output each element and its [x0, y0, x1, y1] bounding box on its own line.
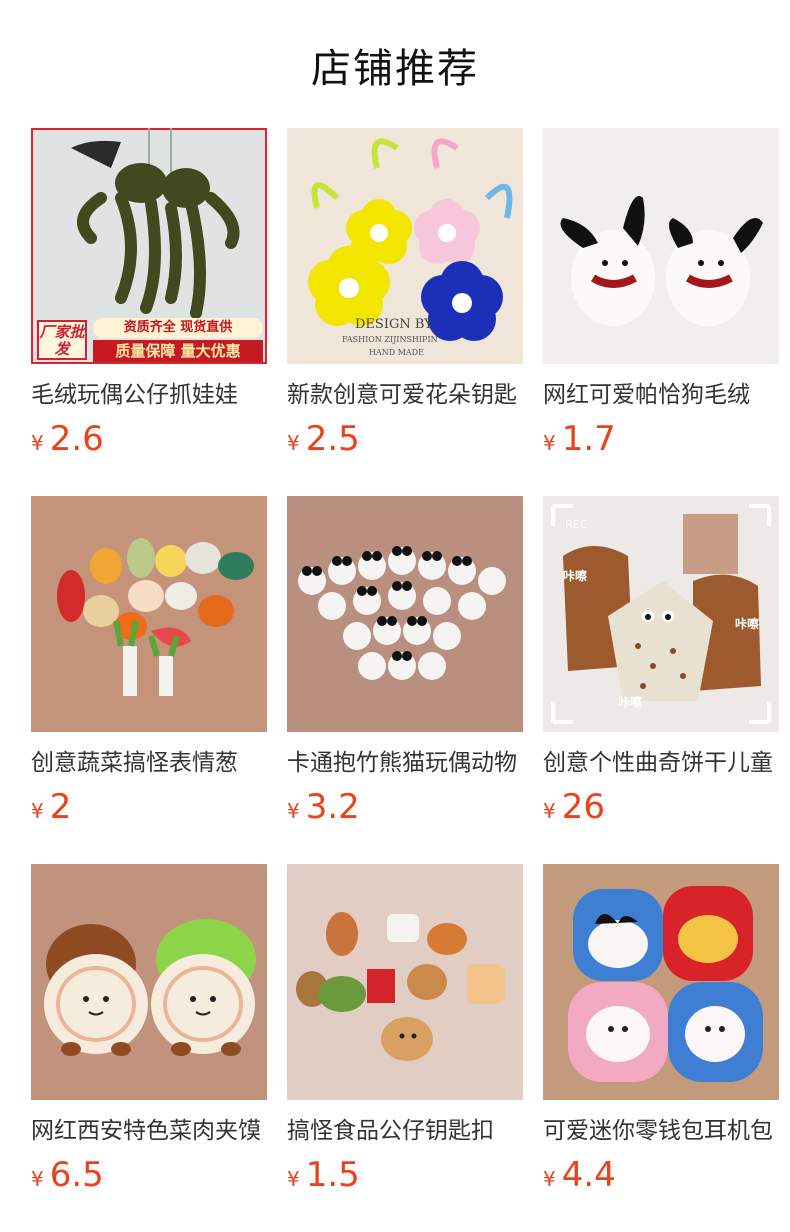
price-value: 1.7: [561, 419, 616, 459]
currency-symbol: ¥: [543, 431, 556, 455]
price-value: 1.5: [305, 1155, 360, 1195]
image-text: 咔嚓: [563, 568, 587, 583]
image-text: DESIGN BY: [355, 317, 433, 332]
banner-line-1: 资质齐全 现货直供: [93, 318, 263, 338]
price-value: 2.6: [49, 419, 104, 459]
currency-symbol: ¥: [31, 1167, 44, 1191]
product-card[interactable]: 可爱迷你零钱包耳机包 ¥4.4: [543, 864, 779, 1200]
product-name[interactable]: 网红可爱帕恰狗毛绒: [543, 380, 779, 410]
price-value: 4.4: [561, 1155, 616, 1195]
product-name[interactable]: 搞怪食品公仔钥匙扣: [287, 1116, 523, 1146]
image-text: REC: [565, 518, 588, 531]
product-image[interactable]: [31, 496, 267, 732]
product-image[interactable]: 厂家批发 资质齐全 现货直供 质量保障 量大优惠: [31, 128, 267, 364]
image-text: HAND MADE: [369, 348, 424, 357]
currency-symbol: ¥: [543, 799, 556, 823]
currency-symbol: ¥: [543, 1167, 556, 1191]
product-card[interactable]: REC 咔嚓 咔嚓 咔嚓 创意个性曲奇饼干儿童 ¥26: [543, 496, 779, 832]
product-image[interactable]: REC 咔嚓 咔嚓 咔嚓: [543, 496, 779, 732]
product-image[interactable]: [287, 496, 523, 732]
vegetable-plush-image: [31, 496, 267, 732]
product-price: ¥2.6: [31, 420, 267, 464]
product-image[interactable]: DESIGN BY FASHION ZIJINSHIPIN HAND MADE: [287, 128, 523, 364]
image-text: 咔嚓: [618, 694, 642, 709]
price-value: 3.2: [305, 787, 360, 827]
product-card[interactable]: 卡通抱竹熊猫玩偶动物 ¥3.2: [287, 496, 523, 832]
price-value: 2: [49, 787, 72, 827]
product-name[interactable]: 网红西安特色菜肉夹馍: [31, 1116, 267, 1146]
product-name[interactable]: 创意蔬菜搞怪表情葱: [31, 748, 267, 778]
product-price: ¥2.5: [287, 420, 523, 464]
product-price: ¥1.7: [543, 420, 779, 464]
product-card[interactable]: DESIGN BY FASHION ZIJINSHIPIN HAND MADE …: [287, 128, 523, 464]
price-value: 26: [561, 787, 605, 827]
product-card[interactable]: 搞怪食品公仔钥匙扣 ¥1.5: [287, 864, 523, 1200]
product-card[interactable]: 网红可爱帕恰狗毛绒 ¥1.7: [543, 128, 779, 464]
flower-keychain-image: DESIGN BY FASHION ZIJINSHIPIN HAND MADE: [287, 128, 523, 364]
currency-symbol: ¥: [287, 1167, 300, 1191]
product-name[interactable]: 可爱迷你零钱包耳机包: [543, 1116, 779, 1146]
price-value: 2.5: [305, 419, 360, 459]
currency-symbol: ¥: [31, 799, 44, 823]
product-image[interactable]: [543, 128, 779, 364]
currency-symbol: ¥: [287, 799, 300, 823]
product-price: ¥26: [543, 788, 779, 832]
coin-purse-image: [543, 864, 779, 1100]
product-card[interactable]: 厂家批发 资质齐全 现货直供 质量保障 量大优惠 毛绒玩偶公仔抓娃娃 ¥2.6: [31, 128, 267, 464]
product-image[interactable]: [543, 864, 779, 1100]
product-price: ¥4.4: [543, 1156, 779, 1200]
product-price: ¥6.5: [31, 1156, 267, 1200]
product-card[interactable]: 创意蔬菜搞怪表情葱 ¥2: [31, 496, 267, 832]
product-name[interactable]: 卡通抱竹熊猫玩偶动物: [287, 748, 523, 778]
product-name[interactable]: 新款创意可爱花朵钥匙: [287, 380, 523, 410]
product-price: ¥3.2: [287, 788, 523, 832]
product-name[interactable]: 毛绒玩偶公仔抓娃娃: [31, 380, 267, 410]
cookie-backpack-image: REC 咔嚓 咔嚓 咔嚓: [543, 496, 779, 732]
product-card[interactable]: 网红西安特色菜肉夹馍 ¥6.5: [31, 864, 267, 1200]
food-plush-image: [287, 864, 523, 1100]
product-image[interactable]: [287, 864, 523, 1100]
price-value: 6.5: [49, 1155, 104, 1195]
product-price: ¥1.5: [287, 1156, 523, 1200]
image-text: 咔嚓: [735, 616, 759, 631]
white-dog-plush-image: [543, 128, 779, 364]
image-text: FASHION ZIJINSHIPIN: [342, 335, 438, 344]
currency-symbol: ¥: [31, 431, 44, 455]
product-price: ¥2: [31, 788, 267, 832]
page-title: 店铺推荐: [311, 46, 479, 92]
product-image[interactable]: [31, 864, 267, 1100]
product-name[interactable]: 创意个性曲奇饼干儿童: [543, 748, 779, 778]
panda-plush-image: [287, 496, 523, 732]
wholesale-badge: 厂家批发: [37, 320, 87, 360]
banner-line-2: 质量保障 量大优惠: [93, 340, 263, 362]
currency-symbol: ¥: [287, 431, 300, 455]
roujiamo-plush-image: [31, 864, 267, 1100]
wholesale-banner: 厂家批发 资质齐全 现货直供 质量保障 量大优惠: [31, 316, 267, 364]
